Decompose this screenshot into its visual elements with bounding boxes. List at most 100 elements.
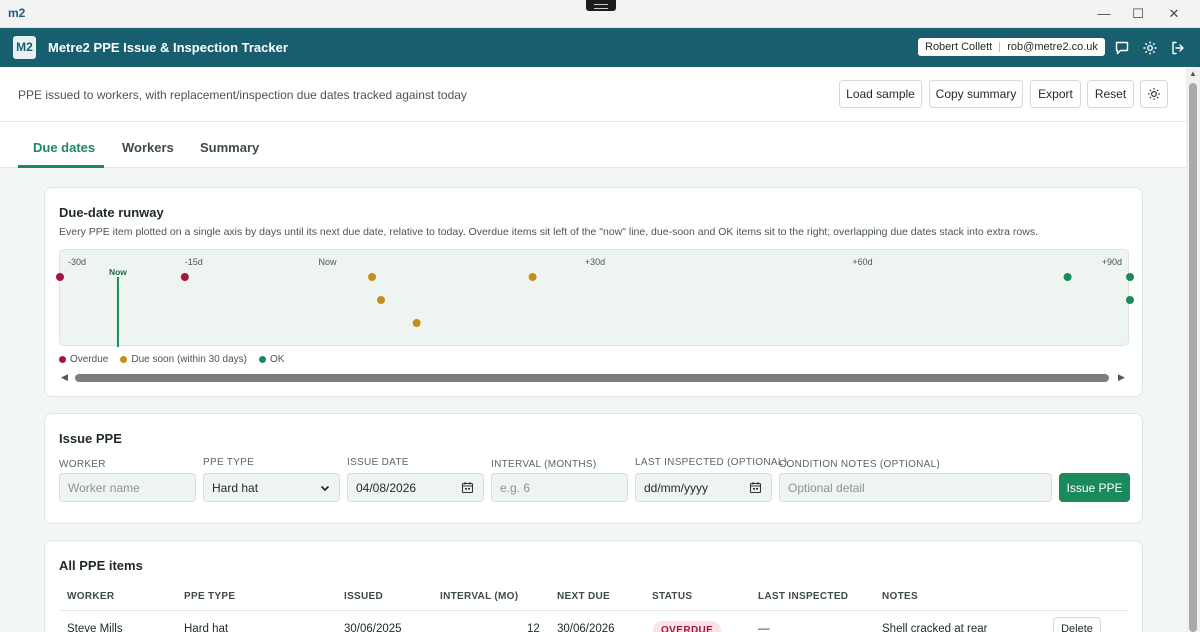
cell-interval: 12 bbox=[527, 623, 540, 632]
cell-next-due: 30/06/2026 bbox=[557, 623, 615, 632]
ppe-type-label: PPE TYPE bbox=[203, 457, 255, 468]
minimize-icon[interactable]: — bbox=[1094, 4, 1114, 24]
drag-handle[interactable] bbox=[586, 0, 616, 11]
legend-dot-overdue bbox=[59, 356, 66, 363]
legend-label-due-soon: Due soon (within 30 days) bbox=[131, 354, 247, 365]
vertical-scrollbar[interactable]: ▲ bbox=[1186, 67, 1200, 632]
cell-issued: 30/06/2025 bbox=[344, 623, 402, 632]
app-badge: M2 bbox=[13, 36, 36, 59]
worker-input[interactable]: Worker name bbox=[59, 473, 196, 502]
legend-label-ok: OK bbox=[269, 354, 285, 365]
column-header-notes[interactable]: NOTES bbox=[882, 591, 918, 602]
tab-summary[interactable]: Summary bbox=[200, 140, 259, 155]
ppe-type-select[interactable]: Hard hat bbox=[203, 473, 340, 502]
reset-button[interactable]: Reset bbox=[1087, 80, 1134, 108]
copy-summary-button[interactable]: Copy summary bbox=[929, 80, 1023, 108]
runway-point-soon[interactable] bbox=[377, 296, 385, 304]
runway-horizontal-scrollbar[interactable]: ◀ ▶ bbox=[59, 372, 1129, 384]
runway-scroll-thumb[interactable] bbox=[75, 374, 1109, 382]
ppe-items-card: All PPE items WORKER PPE TYPE ISSUED INT… bbox=[44, 540, 1143, 632]
legend-label-overdue: Overdue bbox=[70, 354, 109, 365]
last-inspected-label: LAST INSPECTED (OPTIONAL) bbox=[635, 457, 788, 468]
issue-date-value: 04/08/2026 bbox=[356, 480, 417, 495]
runway-point-soon[interactable] bbox=[368, 273, 377, 281]
app-title: Metre2 PPE Issue & Inspection Tracker bbox=[48, 40, 288, 55]
maximize-icon[interactable]: ☐ bbox=[1128, 4, 1148, 24]
delete-button[interactable]: Delete bbox=[1053, 617, 1101, 632]
interval-input[interactable]: e.g. 6 bbox=[491, 473, 628, 502]
chat-icon[interactable] bbox=[1114, 40, 1130, 56]
user-email: rob@metre2.co.uk bbox=[1007, 41, 1098, 53]
ppe-items-title: All PPE items bbox=[59, 558, 143, 573]
runway-tick-label: Now bbox=[318, 257, 337, 267]
runway-point-soon[interactable] bbox=[528, 273, 537, 281]
column-header-interval[interactable]: INTERVAL (MO) bbox=[440, 591, 518, 602]
cell-ppe-type: Hard hat bbox=[184, 623, 229, 632]
window-title-bar: m2 — ☐ ✕ bbox=[0, 0, 1200, 28]
column-header-issued[interactable]: ISSUED bbox=[344, 591, 383, 602]
load-sample-button[interactable]: Load sample bbox=[839, 80, 922, 108]
last-inspected-input[interactable]: dd/mm/yyyy bbox=[635, 473, 772, 502]
sun-icon bbox=[1148, 88, 1160, 100]
runway-point-soon[interactable] bbox=[412, 319, 421, 327]
runway-tick-label: -15d bbox=[185, 257, 203, 267]
legend-dot-ok bbox=[258, 356, 266, 363]
issue-ppe-button[interactable]: Issue PPE bbox=[1059, 473, 1130, 502]
status-badge: OVERDUE bbox=[653, 621, 722, 632]
user-chip[interactable]: Robert Collett rob@metre2.co.uk bbox=[918, 38, 1105, 56]
issue-ppe-card: Issue PPE WORKER Worker name PPE TYPE Ha… bbox=[44, 413, 1143, 524]
user-chip-divider bbox=[999, 42, 1001, 52]
legend-item-ok: OK bbox=[258, 354, 285, 365]
page-description: PPE issued to workers, with replacement/… bbox=[18, 88, 467, 102]
cell-notes: Shell cracked at rear bbox=[882, 623, 988, 632]
runway-point-overdue[interactable] bbox=[56, 273, 64, 281]
worker-label: WORKER bbox=[59, 459, 106, 470]
scrollbar-thumb[interactable] bbox=[1189, 83, 1197, 632]
condition-notes-input[interactable]: Optional detail bbox=[779, 473, 1052, 502]
app-header: M2 Metre2 PPE Issue & Inspection Tracker… bbox=[0, 28, 1200, 67]
now-line-label: Now bbox=[109, 267, 127, 277]
interval-label: INTERVAL (MONTHS) bbox=[491, 459, 597, 470]
runway-tick-label: +30d bbox=[585, 257, 605, 267]
runway-point-ok[interactable] bbox=[1126, 296, 1134, 304]
column-header-ppe-type[interactable]: PPE TYPE bbox=[184, 591, 235, 602]
tab-bar: Due dates Workers Summary bbox=[0, 122, 1186, 168]
ppe-type-value: Hard hat bbox=[212, 480, 259, 495]
logout-icon[interactable] bbox=[1170, 40, 1186, 56]
column-header-status[interactable]: STATUS bbox=[652, 591, 692, 602]
legend-item-due-soon: Due soon (within 30 days) bbox=[120, 354, 247, 365]
scroll-right-icon[interactable]: ▶ bbox=[1118, 372, 1125, 383]
runway-chart: -30d -15d Now +30d +60d +90d Now bbox=[56, 257, 1134, 347]
toolbar: PPE issued to workers, with replacement/… bbox=[0, 67, 1186, 122]
tab-due-dates[interactable]: Due dates bbox=[33, 140, 95, 155]
runway-title: Due-date runway bbox=[59, 205, 164, 220]
tab-workers[interactable]: Workers bbox=[122, 140, 174, 155]
runway-point-overdue[interactable] bbox=[180, 273, 189, 281]
column-header-last-inspected[interactable]: LAST INSPECTED bbox=[758, 591, 848, 602]
last-inspected-placeholder: dd/mm/yyyy bbox=[644, 480, 709, 495]
cell-last-inspected: — bbox=[758, 623, 770, 632]
runway-point-ok[interactable] bbox=[1126, 273, 1134, 281]
cell-worker: Steve Mills bbox=[67, 623, 123, 632]
calendar-icon[interactable] bbox=[749, 481, 762, 494]
runway-plot: -30d -15d Now +30d +60d +90d Now bbox=[56, 249, 1134, 347]
legend-dot-due-soon bbox=[120, 356, 128, 363]
runway-description: Every PPE item plotted on a single axis … bbox=[59, 226, 1039, 238]
scroll-up-icon[interactable]: ▲ bbox=[1189, 69, 1197, 78]
export-button[interactable]: Export bbox=[1030, 80, 1081, 108]
column-header-next-due[interactable]: NEXT DUE bbox=[557, 591, 610, 602]
gear-icon[interactable] bbox=[1142, 40, 1158, 56]
runway-tick-label: +90d bbox=[1102, 257, 1122, 267]
calendar-icon[interactable] bbox=[461, 481, 474, 494]
close-icon[interactable]: ✕ bbox=[1164, 4, 1184, 24]
runway-tick-label: +60d bbox=[852, 257, 872, 267]
issue-ppe-title: Issue PPE bbox=[59, 431, 122, 446]
issue-date-input[interactable]: 04/08/2026 bbox=[347, 473, 484, 502]
runway-tick-label: -30d bbox=[68, 257, 86, 267]
column-header-worker[interactable]: WORKER bbox=[67, 591, 114, 602]
scroll-left-icon[interactable]: ◀ bbox=[61, 372, 68, 383]
condition-notes-label: CONDITION NOTES (OPTIONAL) bbox=[779, 459, 941, 470]
app-logo: m2 bbox=[8, 6, 26, 20]
runway-point-ok[interactable] bbox=[1063, 273, 1072, 281]
theme-toggle-button[interactable] bbox=[1140, 80, 1168, 108]
